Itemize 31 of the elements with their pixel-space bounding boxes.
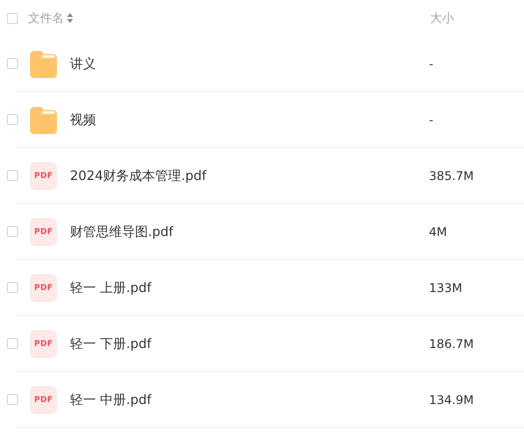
file-name[interactable]: 2024财务成本管理.pdf (70, 166, 429, 184)
checkbox[interactable] (7, 12, 18, 24)
file-size: 133M (429, 280, 462, 294)
pdf-icon: PDF (30, 162, 57, 190)
column-header: 大小 (430, 10, 454, 26)
file-name[interactable]: 视频 (70, 110, 429, 128)
pdf-icon: PDF (30, 274, 57, 302)
file-size: 134.9M (429, 392, 474, 406)
checkbox[interactable] (7, 394, 18, 405)
file-name[interactable]: 轻一 下册.pdf (70, 334, 429, 352)
sort-icon[interactable] (67, 13, 73, 23)
checkbox[interactable] (7, 58, 18, 69)
folder-icon (30, 106, 57, 134)
checkbox[interactable] (7, 170, 18, 181)
file-name[interactable]: 轻一 上册.pdf (70, 278, 429, 296)
checkbox[interactable] (7, 338, 18, 349)
file-size: 186.7M (429, 336, 474, 350)
folder-icon (30, 50, 57, 78)
pdf-icon: PDF (30, 386, 57, 414)
checkbox[interactable] (7, 114, 18, 125)
pdf-icon: PDF (30, 218, 57, 246)
file-size: - (429, 56, 434, 70)
file-name[interactable]: 轻一 中册.pdf (70, 390, 429, 408)
file-size: - (429, 112, 434, 126)
checkbox[interactable] (7, 226, 18, 237)
file-name[interactable]: 讲义 (70, 54, 429, 72)
checkbox[interactable] (7, 282, 18, 293)
file-size: 4M (429, 224, 447, 238)
pdf-icon: PDF (30, 330, 57, 358)
file-size: 385.7M (429, 168, 474, 182)
file-name[interactable]: 财管思维导图.pdf (70, 222, 429, 240)
